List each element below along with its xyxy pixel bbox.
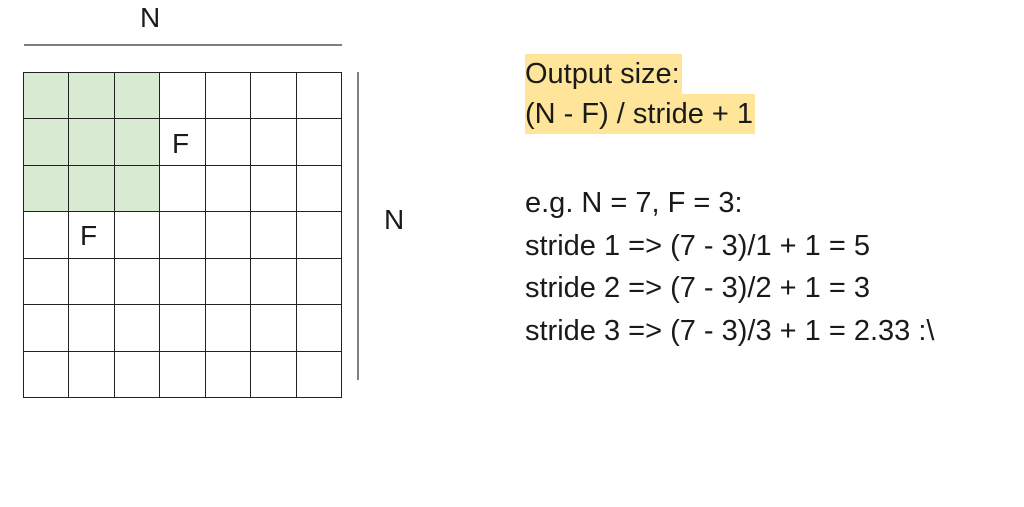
grid-cell [69,351,115,398]
grid-height-label: N [384,204,405,235]
filter-cell [24,119,70,166]
grid-cell [296,165,342,213]
grid-cell [251,73,297,120]
output-size-formula: Output size: (N - F) / stride + 1 [525,54,756,134]
grid-cell [24,258,70,306]
grid-cell [296,73,342,120]
filter-width-label: F [80,220,98,251]
filter-cell [69,165,115,213]
example-line: stride 1 => (7 - 3)/1 + 1 = 5 [525,229,870,262]
stride-examples: e.g. N = 7, F = 3: stride 1 => (7 - 3)/1… [525,182,934,352]
grid-cell [160,165,206,213]
filter-cell [114,73,161,120]
grid-cell [205,305,252,352]
grid-cell [251,305,297,352]
grid-cell [205,258,252,306]
example-line: stride 2 => (7 - 3)/2 + 1 = 3 [525,272,870,304]
grid-cell [24,305,70,352]
grid-cell [205,119,252,166]
grid-cell [114,305,161,352]
grid-cell [114,212,161,259]
grid-cell [251,212,297,259]
filter-cell [24,73,70,120]
filter-cell [114,165,161,213]
grid-cell [296,351,342,398]
formula-expression: (N - F) / stride + 1 [525,94,756,134]
grid-cell [205,351,252,398]
grid-cell [114,258,161,306]
examples-heading: e.g. N = 7, F = 3: [525,187,743,219]
grid-cell [160,212,206,259]
grid-cell [296,258,342,306]
filter-cell [24,165,70,213]
grid-cell [24,351,70,398]
filter-height-label: F [172,128,190,159]
grid-cell [160,258,206,306]
input-grid [23,72,342,398]
grid-cell [296,119,342,166]
grid-cell [69,305,115,352]
grid-cell [251,351,297,398]
grid-width-dimension-line [24,44,342,46]
formula-title: Output size: [525,54,682,94]
example-line: stride 3 => (7 - 3)/3 + 1 = 2.33 :\ [525,314,935,347]
grid-cell [69,258,115,306]
grid-cell [205,73,252,120]
grid-cell [160,351,206,398]
filter-cell [69,73,115,120]
grid-cell [114,351,161,398]
grid-width-label: N [140,2,161,33]
grid-cell [24,212,70,259]
grid-cell [296,305,342,352]
grid-cell [205,165,252,213]
grid-cell [251,258,297,306]
filter-cell [69,119,115,166]
grid-cell [160,73,206,120]
grid-cell [205,212,252,259]
grid-cell [160,305,206,352]
grid-cell [296,212,342,259]
filter-cell [114,119,161,166]
grid-height-dimension-line [357,72,359,380]
grid-cell [251,165,297,213]
grid-cell [251,119,297,166]
